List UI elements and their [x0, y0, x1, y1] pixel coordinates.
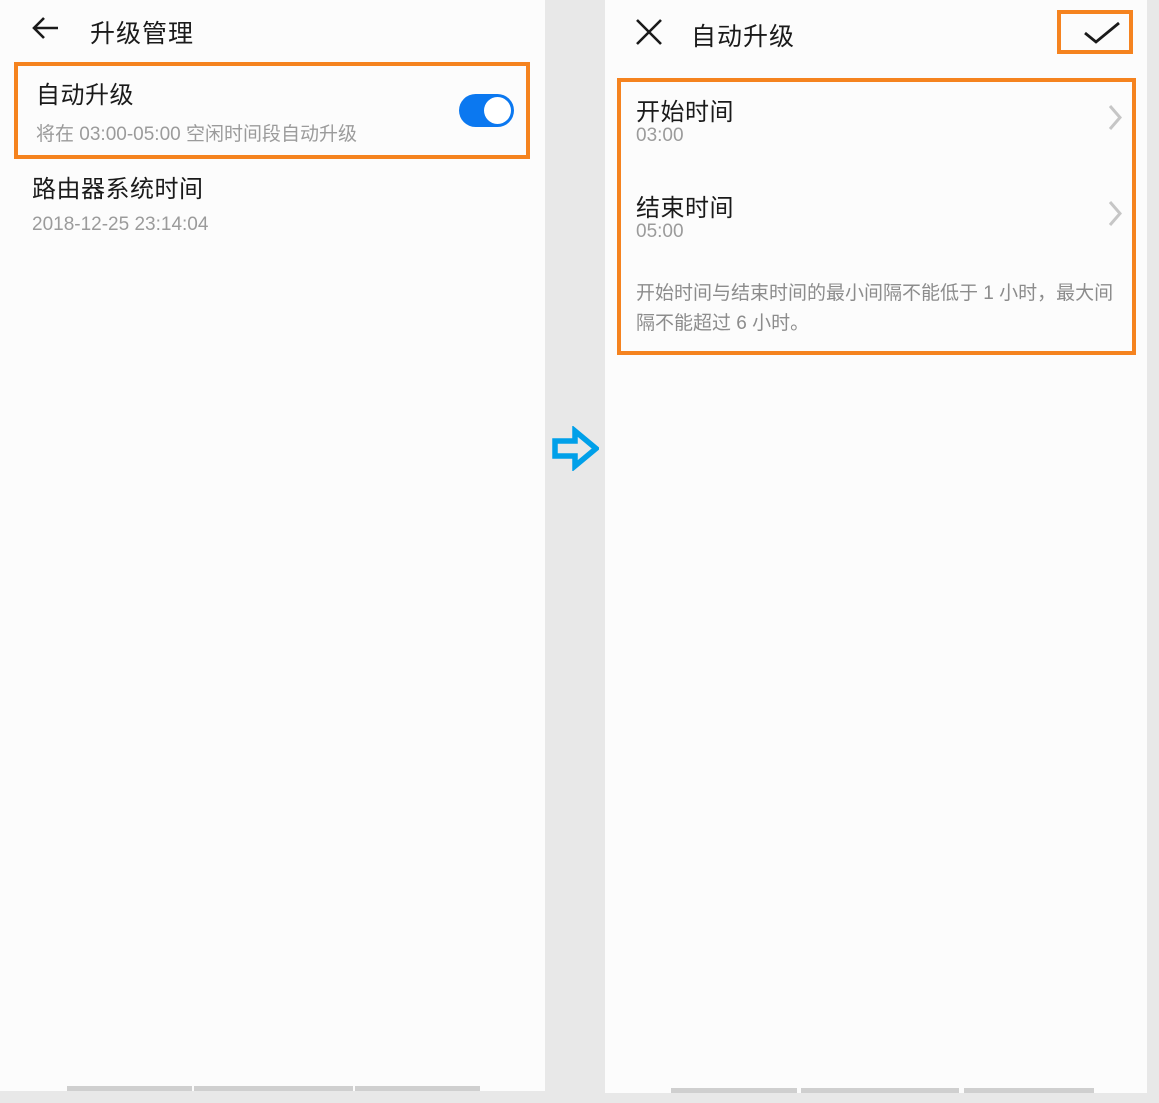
- checkmark-icon[interactable]: [1083, 21, 1121, 44]
- chevron-right-icon[interactable]: [1108, 104, 1123, 131]
- page-title: 自动升级: [691, 17, 795, 53]
- auto-upgrade-label: 自动升级: [36, 75, 357, 110]
- time-settings-highlight-box: 开始时间 03:00 结束时间 05:00 开始时间与结束时间的最小间隔不能低于…: [617, 78, 1136, 355]
- chevron-right-icon[interactable]: [1108, 200, 1123, 227]
- page-title: 升级管理: [90, 14, 194, 50]
- cropped-table-edge: [194, 1086, 353, 1091]
- end-time-value: 05:00: [636, 221, 684, 243]
- router-system-time-label: 路由器系统时间: [32, 169, 208, 204]
- router-system-time-value: 2018-12-25 23:14:04: [32, 214, 208, 236]
- toggle-knob: [484, 97, 511, 124]
- cropped-table-edge: [964, 1088, 1094, 1093]
- back-icon[interactable]: [30, 15, 60, 41]
- confirm-highlight-box: [1057, 10, 1133, 54]
- auto-upgrade-description: 将在 03:00-05:00 空闲时间段自动升级: [36, 119, 357, 146]
- cropped-table-edge: [355, 1086, 480, 1091]
- cropped-table-edge: [671, 1088, 797, 1093]
- router-system-time-row: 路由器系统时间 2018-12-25 23:14:04: [32, 169, 208, 236]
- upgrade-management-screen: 升级管理 自动升级 将在 03:00-05:00 空闲时间段自动升级 路由器系统…: [0, 0, 545, 1091]
- close-icon[interactable]: [634, 17, 664, 47]
- cropped-table-edge: [801, 1088, 959, 1093]
- auto-upgrade-row: 自动升级 将在 03:00-05:00 空闲时间段自动升级: [36, 75, 357, 146]
- auto-upgrade-highlight-box: 自动升级 将在 03:00-05:00 空闲时间段自动升级: [14, 62, 530, 159]
- auto-upgrade-toggle[interactable]: [459, 94, 514, 127]
- time-interval-hint: 开始时间与结束时间的最小间隔不能低于 1 小时，最大间隔不能超过 6 小时。: [636, 279, 1126, 339]
- start-time-label[interactable]: 开始时间: [636, 92, 734, 127]
- auto-upgrade-settings-screen: 自动升级 开始时间 03:00 结束时间 05:00 开始时间与结束时间的最小间…: [605, 0, 1147, 1093]
- end-time-label[interactable]: 结束时间: [636, 188, 734, 223]
- cropped-table-edge: [67, 1086, 192, 1091]
- start-time-value: 03:00: [636, 125, 684, 147]
- transition-arrow-icon: [552, 426, 599, 471]
